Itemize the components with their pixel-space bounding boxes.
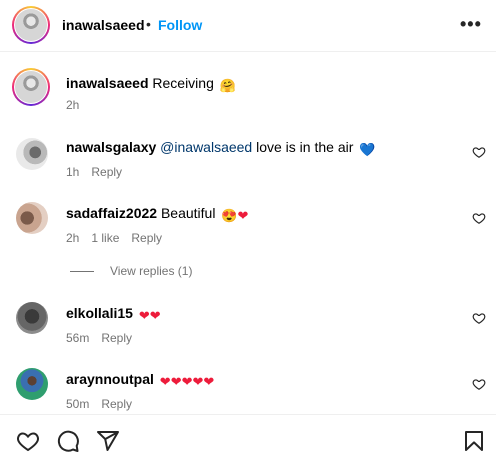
comment-meta: 1h Reply bbox=[66, 165, 134, 179]
comment-text: sadaffaiz2022 Beautiful 😍❤ bbox=[66, 205, 249, 223]
more-options-icon[interactable]: ••• bbox=[460, 14, 482, 35]
comment-like-heart-icon[interactable] bbox=[472, 145, 486, 159]
caption-time: 2h bbox=[66, 98, 80, 112]
share-icon[interactable] bbox=[96, 429, 120, 453]
reply-button[interactable]: Reply bbox=[101, 331, 132, 345]
caption-body: Receiving bbox=[152, 75, 214, 91]
comment-text: elkollali15 ❤❤ bbox=[66, 305, 161, 324]
comment-meta: 50m Reply bbox=[66, 397, 144, 411]
comment-text: araynnoutpal ❤❤❤❤❤ bbox=[66, 371, 214, 390]
reply-button[interactable]: Reply bbox=[91, 165, 122, 179]
comment-time: 1h bbox=[66, 165, 80, 179]
comment-avatar[interactable] bbox=[16, 138, 48, 170]
comment-time: 56m bbox=[66, 331, 90, 345]
comment-avatar[interactable] bbox=[16, 368, 48, 400]
comment-icon[interactable] bbox=[56, 429, 80, 453]
separator-dot: • bbox=[146, 16, 151, 32]
comment-time: 2h bbox=[66, 231, 80, 245]
author-avatar[interactable] bbox=[12, 6, 50, 44]
comment-meta: 2h 1 like Reply bbox=[66, 231, 174, 245]
action-bar bbox=[0, 414, 496, 461]
follow-button[interactable]: Follow bbox=[158, 17, 202, 33]
caption-username[interactable]: inawalsaeed bbox=[66, 75, 149, 91]
author-username[interactable]: inawalsaeed bbox=[62, 17, 145, 33]
view-replies-line bbox=[70, 271, 94, 272]
comment-mention[interactable]: @inawalsaeed bbox=[160, 139, 252, 155]
view-replies-button[interactable]: View replies (1) bbox=[110, 264, 192, 278]
reply-button[interactable]: Reply bbox=[131, 231, 162, 245]
comment-username[interactable]: araynnoutpal bbox=[66, 371, 154, 387]
red-hearts-emoji: ❤❤❤❤❤ bbox=[159, 374, 215, 389]
bookmark-icon[interactable] bbox=[462, 429, 486, 453]
comment-likes[interactable]: 1 like bbox=[91, 231, 119, 245]
comment-like-heart-icon[interactable] bbox=[472, 377, 486, 391]
comment-avatar[interactable] bbox=[16, 302, 48, 334]
hug-emoji: 🤗 bbox=[219, 78, 236, 93]
comment-like-heart-icon[interactable] bbox=[472, 211, 486, 225]
red-hearts-emoji: ❤❤ bbox=[138, 308, 161, 323]
comment-meta: 56m Reply bbox=[66, 331, 144, 345]
comment-avatar[interactable] bbox=[16, 202, 48, 234]
comment-text: nawalsgalaxy @inawalsaeed love is in the… bbox=[66, 139, 376, 157]
caption-avatar[interactable] bbox=[12, 68, 50, 106]
comment-username[interactable]: nawalsgalaxy bbox=[66, 139, 156, 155]
comment-time: 50m bbox=[66, 397, 90, 411]
comment-username[interactable]: sadaffaiz2022 bbox=[66, 205, 157, 221]
comment-username[interactable]: elkollali15 bbox=[66, 305, 133, 321]
caption-text: inawalsaeed Receiving 🤗 bbox=[66, 75, 236, 94]
reply-button[interactable]: Reply bbox=[101, 397, 132, 411]
blue-heart-emoji: 💙 bbox=[359, 142, 376, 157]
heart-eyes-emoji: 😍❤ bbox=[221, 208, 249, 223]
post-header: inawalsaeed • Follow ••• bbox=[0, 0, 496, 52]
comment-like-heart-icon[interactable] bbox=[472, 311, 486, 325]
heart-icon[interactable] bbox=[16, 429, 40, 453]
